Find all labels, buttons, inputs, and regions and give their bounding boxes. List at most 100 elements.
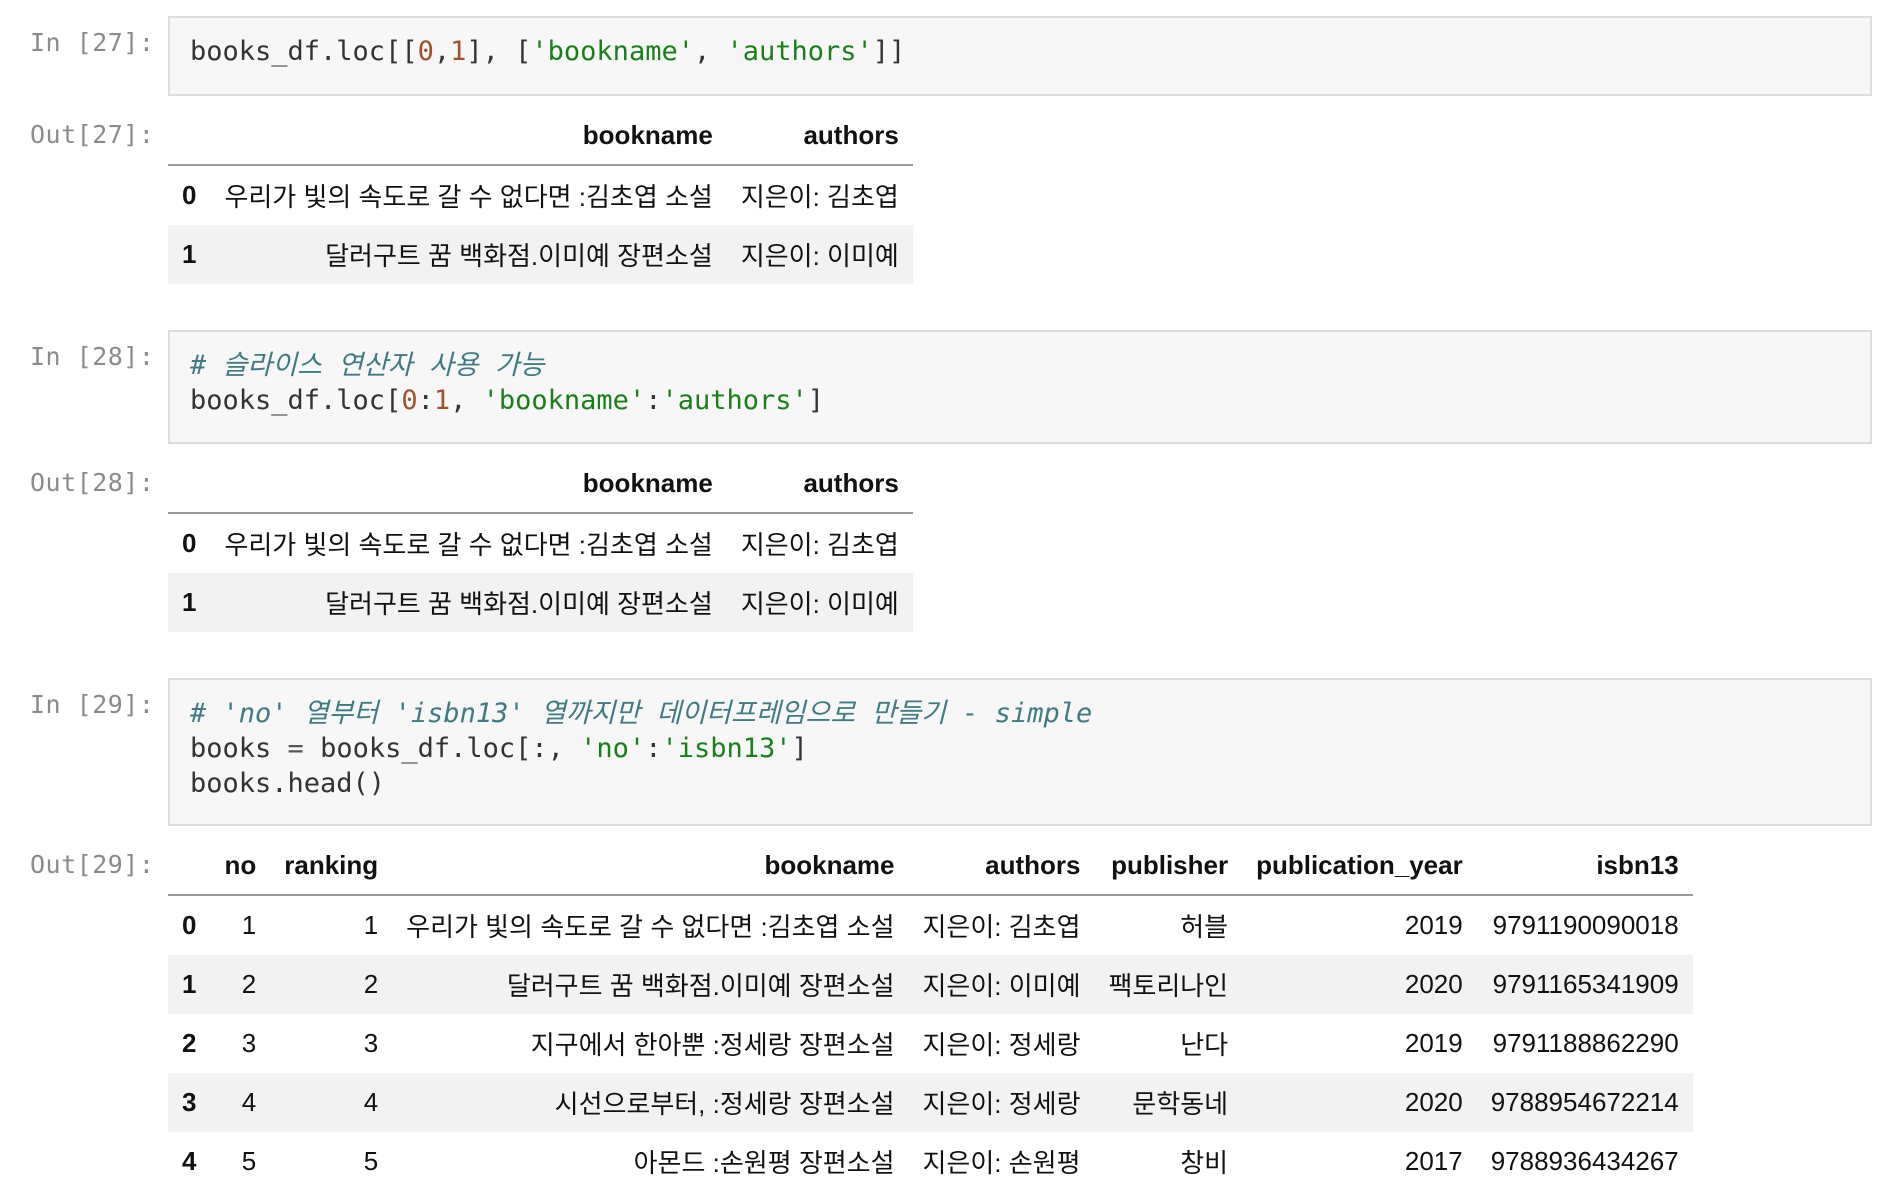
table-cell: 9791190090018 (1476, 895, 1693, 955)
code-line: # 'no' 열부터 'isbn13' 열까지만 데이터프레임으로 만들기 - … (190, 696, 1850, 731)
table-cell: 2020 (1242, 955, 1477, 1014)
table-cell: 5 (270, 1132, 393, 1191)
code-token: 1 (433, 385, 451, 416)
table-cell: 9788954672214 (1476, 1073, 1693, 1132)
table-cell: 지은이: 정세랑 (908, 1073, 1095, 1132)
column-header: isbn13 (1476, 836, 1693, 896)
table-cell: 문학동네 (1094, 1073, 1243, 1132)
column-header: bookname (210, 454, 727, 514)
row-index: 0 (168, 895, 211, 955)
table-cell: 5 (210, 1132, 271, 1191)
code-token: 0 (401, 385, 418, 416)
code-token: ] (791, 733, 808, 764)
column-header: ranking (270, 836, 393, 896)
code-line: books_df.loc[0:1, 'bookname':'authors'] (190, 383, 1850, 418)
column-header: bookname (392, 836, 909, 896)
table-cell: 우리가 빛의 속도로 갈 수 없다면 :김초엽 소설 (210, 165, 727, 225)
table-cell: 2 (270, 955, 393, 1014)
code-token: , (693, 36, 727, 67)
table-cell: 지은이: 김초엽 (726, 513, 913, 573)
code-cell-28[interactable]: # 슬라이스 연산자 사용 가능 books_df.loc[0:1, 'book… (168, 330, 1872, 444)
table-cell: 9791165341909 (1476, 955, 1693, 1014)
table-cell: 지은이: 정세랑 (908, 1014, 1095, 1073)
table-cell: 아몬드 :손원평 장편소설 (392, 1132, 909, 1191)
row-index: 0 (168, 165, 211, 225)
code-token: 1 (450, 36, 467, 67)
row-index: 0 (168, 513, 211, 573)
code-line: # 슬라이스 연산자 사용 가능 (190, 348, 1850, 383)
code-line: books = books_df.loc[:, 'no':'isbn13'] (190, 731, 1850, 766)
code-token: : (645, 733, 662, 764)
table-header-row: bookname authors (168, 454, 913, 514)
in-prompt-29: In [29]: (30, 690, 155, 719)
column-header: authors (726, 106, 913, 166)
table-cell: 9791188862290 (1476, 1014, 1693, 1073)
table-cell: 2019 (1242, 895, 1477, 955)
in-prompt-27: In [27]: (30, 28, 155, 57)
table-cell: 창비 (1094, 1132, 1243, 1191)
code-token: 'isbn13' (661, 733, 792, 764)
code-token: 'bookname' (531, 36, 694, 67)
table-cell: 팩토리나인 (1094, 955, 1243, 1014)
code-token: books.head() (190, 768, 386, 799)
table-cell: 3 (210, 1014, 271, 1073)
table-row: 0 우리가 빛의 속도로 갈 수 없다면 :김초엽 소설 지은이: 김초엽 (168, 513, 913, 573)
table-cell: 2 (210, 955, 271, 1014)
table-cell: 지은이: 이미예 (726, 573, 913, 632)
index-header (168, 454, 211, 514)
in-prompt-28: In [28]: (30, 342, 155, 371)
code-line: books.head() (190, 766, 1850, 801)
table-cell: 지은이: 김초엽 (908, 895, 1095, 955)
table-cell: 우리가 빛의 속도로 갈 수 없다면 :김초엽 소설 (392, 895, 909, 955)
code-line: books_df.loc[[0,1], ['bookname', 'author… (190, 34, 1850, 69)
row-index: 2 (168, 1014, 211, 1073)
output-dataframe-29: no ranking bookname authors publisher publica… (168, 836, 1693, 1191)
output-dataframe-27: bookname authors 0 우리가 빛의 속도로 갈 수 없다면 :김초엽 … (168, 106, 913, 284)
column-header: bookname (210, 106, 727, 166)
table-cell: 우리가 빛의 속도로 갈 수 없다면 :김초엽 소설 (210, 513, 727, 573)
code-token: , (433, 36, 451, 67)
table-row: 0 우리가 빛의 속도로 갈 수 없다면 :김초엽 소설 지은이: 김초엽 (168, 165, 913, 225)
code-token: books_df.loc[:, (303, 733, 581, 764)
table-cell: 9788936434267 (1476, 1132, 1693, 1191)
column-header: publication_year (1242, 836, 1477, 896)
code-token: , (450, 385, 483, 416)
code-token: 'authors' (726, 36, 873, 67)
table-cell: 지구에서 한아뿐 :정세랑 장편소설 (392, 1014, 909, 1073)
table-cell: 2017 (1242, 1132, 1477, 1191)
table-cell: 지은이: 손원평 (908, 1132, 1095, 1191)
code-token: ]] (872, 36, 906, 67)
code-token: books (190, 733, 288, 764)
table-cell: 달러구트 꿈 백화점.이미예 장편소설 (210, 573, 727, 632)
code-token: : (417, 385, 434, 416)
table-cell: 3 (270, 1014, 393, 1073)
table-row: 3 4 4 시선으로부터, :정세랑 장편소설 지은이: 정세랑 문학동네 2020 9788… (168, 1073, 1693, 1132)
table-row: 1 2 2 달러구트 꿈 백화점.이미예 장편소설 지은이: 이미예 팩토리나인 2020 9… (168, 955, 1693, 1014)
row-index: 1 (168, 225, 211, 284)
table-row: 2 3 3 지구에서 한아뿐 :정세랑 장편소설 지은이: 정세랑 난다 2019 97911… (168, 1014, 1693, 1073)
table-cell: 4 (270, 1073, 393, 1132)
table-cell: 2020 (1242, 1073, 1477, 1132)
code-token: : (645, 385, 662, 416)
row-index: 4 (168, 1132, 211, 1191)
code-token: ] (807, 385, 825, 416)
code-cell-29[interactable]: # 'no' 열부터 'isbn13' 열까지만 데이터프레임으로 만들기 - … (168, 678, 1872, 826)
table-cell: 1 (270, 895, 393, 955)
table-cell: 1 (210, 895, 271, 955)
row-index: 1 (168, 573, 211, 632)
table-cell: 달러구트 꿈 백화점.이미예 장편소설 (210, 225, 727, 284)
index-header (168, 106, 211, 166)
code-token: books_df.loc[[ (190, 36, 418, 67)
table-cell: 달러구트 꿈 백화점.이미예 장편소설 (392, 955, 909, 1014)
out-prompt-29: Out[29]: (30, 850, 155, 879)
code-token: ], [ (466, 36, 532, 67)
column-header: publisher (1094, 836, 1243, 896)
code-token: # 'no' 열부터 'isbn13' 열까지만 데이터프레임으로 만들기 - … (190, 698, 1093, 729)
code-cell-27[interactable]: books_df.loc[[0,1], ['bookname', 'author… (168, 16, 1872, 96)
row-index: 3 (168, 1073, 211, 1132)
out-prompt-27: Out[27]: (30, 120, 155, 149)
table-header-row: no ranking bookname authors publisher publica… (168, 836, 1693, 896)
output-dataframe-28: bookname authors 0 우리가 빛의 속도로 갈 수 없다면 :김초엽 … (168, 454, 913, 632)
table-cell: 지은이: 김초엽 (726, 165, 913, 225)
code-token: 'authors' (661, 385, 808, 416)
